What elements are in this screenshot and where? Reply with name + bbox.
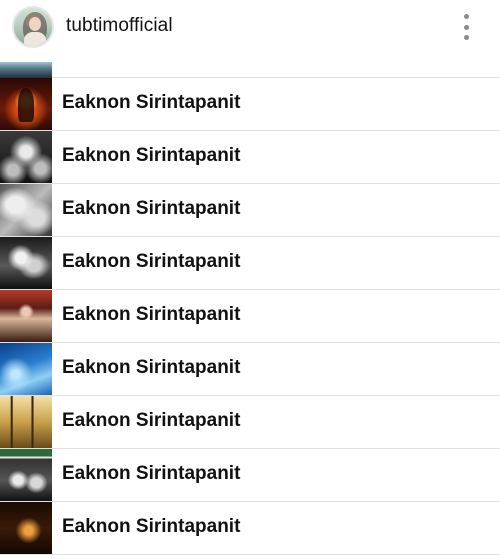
list-item[interactable]: Eaknon Sirintapanit: [0, 449, 500, 502]
album-thumbnail: [0, 62, 52, 78]
album-thumbnail: [0, 184, 52, 236]
album-thumbnail: [0, 131, 52, 183]
post-header: tubtimofficial: [0, 0, 500, 56]
list-item[interactable]: Eaknon Sirintapanit: [0, 396, 500, 449]
list-item[interactable]: Eaknon Sirintapanit: [0, 237, 500, 290]
ellipsis-dot: [463, 24, 469, 30]
partial-list-row: [0, 62, 500, 78]
avatar-face: [29, 17, 41, 31]
list-item[interactable]: Eaknon Sirintapanit: [0, 290, 500, 343]
vertical-ellipsis-icon[interactable]: [458, 14, 474, 40]
album-thumbnail: [0, 343, 52, 395]
list-item-title: Eaknon Sirintapanit: [62, 357, 241, 378]
list-item[interactable]: Eaknon Sirintapanit: [0, 184, 500, 237]
username-link[interactable]: tubtimofficial: [66, 15, 173, 37]
album-thumbnail: [0, 78, 52, 130]
list-item[interactable]: Eaknon Sirintapanit: [0, 502, 500, 555]
album-thumbnail: [0, 502, 52, 554]
list-item-title: Eaknon Sirintapanit: [62, 304, 241, 325]
list-item-title: Eaknon Sirintapanit: [62, 516, 241, 537]
list-item[interactable]: Eaknon Sirintapanit: [0, 343, 500, 396]
avatar-body: [24, 32, 46, 46]
ellipsis-dot: [463, 35, 469, 40]
list-item-title: Eaknon Sirintapanit: [62, 410, 241, 431]
profile-avatar[interactable]: [12, 6, 54, 48]
album-thumbnail: [0, 396, 52, 448]
ellipsis-dot: [463, 14, 469, 19]
list-item-title: Eaknon Sirintapanit: [62, 145, 241, 166]
album-thumbnail: [0, 449, 52, 501]
list-item-title: Eaknon Sirintapanit: [62, 92, 241, 113]
list-item-title: Eaknon Sirintapanit: [62, 251, 241, 272]
list-item-title: Eaknon Sirintapanit: [62, 198, 241, 219]
list-item-title: Eaknon Sirintapanit: [62, 463, 241, 484]
list-item[interactable]: Eaknon Sirintapanit: [0, 131, 500, 184]
album-thumbnail: [0, 237, 52, 289]
artist-list: Eaknon Sirintapanit Eaknon Sirintapanit …: [0, 78, 500, 555]
album-thumbnail: [0, 290, 52, 342]
list-item[interactable]: Eaknon Sirintapanit: [0, 78, 500, 131]
